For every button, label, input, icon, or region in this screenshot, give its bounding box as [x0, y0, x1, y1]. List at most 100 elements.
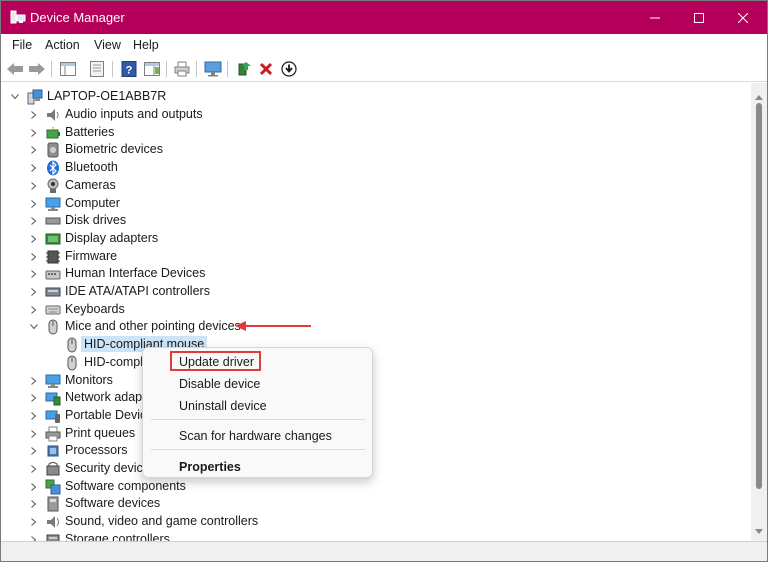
tree-category-row[interactable]: IDE ATA/ATAPI controllers — [1, 283, 741, 301]
chevron-right-icon[interactable] — [29, 128, 39, 138]
chevron-down-icon[interactable] — [29, 322, 39, 332]
tree-category-row[interactable]: Audio inputs and outputs — [1, 106, 741, 124]
toolbar-separator — [196, 61, 197, 77]
tree-category-row[interactable]: Mice and other pointing devices — [1, 318, 741, 336]
mouse-icon — [64, 355, 80, 371]
chevron-down-icon[interactable] — [10, 92, 20, 102]
scroll-down-arrow-icon[interactable] — [755, 523, 763, 537]
chevron-right-icon[interactable] — [29, 499, 39, 509]
software-components-icon — [45, 479, 61, 495]
vertical-scrollbar[interactable] — [751, 83, 767, 541]
back-button[interactable] — [5, 59, 25, 79]
device-manager-app-icon — [10, 10, 26, 25]
context-menu-uninstall-device[interactable]: Uninstall device — [179, 399, 267, 413]
scrollbar-thumb[interactable] — [756, 103, 762, 489]
close-button[interactable] — [721, 1, 765, 34]
menu-view[interactable]: View — [94, 38, 121, 52]
tree-category-row[interactable]: Cameras — [1, 177, 741, 195]
chevron-right-icon[interactable] — [29, 482, 39, 492]
menu-bar: File Action View Help — [1, 34, 767, 56]
context-menu-properties[interactable]: Properties — [179, 460, 241, 474]
toolbar: ? — [1, 56, 767, 82]
computer-name-label: LAPTOP-OE1ABB7R — [47, 89, 167, 103]
chevron-right-icon[interactable] — [29, 376, 39, 386]
forward-button[interactable] — [27, 59, 47, 79]
tree-category-row[interactable]: Bluetooth — [1, 159, 741, 177]
printer-icon — [174, 61, 190, 77]
tree-category-row[interactable]: Computer — [1, 195, 741, 213]
tree-category-row[interactable]: Disk drives — [1, 212, 741, 230]
camera-icon — [45, 178, 61, 194]
enable-device-toolbar-button[interactable] — [279, 59, 299, 79]
tree-category-row[interactable]: Keyboards — [1, 301, 741, 319]
portable-device-icon — [45, 408, 61, 424]
tree-item-label: Software components — [65, 478, 186, 493]
tree-item-label: Portable Device — [65, 407, 154, 422]
chevron-right-icon[interactable] — [29, 464, 39, 474]
show-hide-console-tree-button[interactable] — [58, 59, 78, 79]
svg-text:?: ? — [126, 65, 133, 77]
chevron-right-icon[interactable] — [29, 163, 39, 173]
chevron-right-icon[interactable] — [29, 446, 39, 456]
monitor-icon — [45, 373, 61, 389]
chevron-right-icon[interactable] — [29, 305, 39, 315]
chevron-right-icon[interactable] — [29, 393, 39, 403]
context-menu-scan-hardware[interactable]: Scan for hardware changes — [179, 429, 332, 443]
chevron-right-icon[interactable] — [29, 110, 39, 120]
tree-category-row[interactable]: Software devices — [1, 495, 741, 513]
ide-controller-icon — [45, 284, 61, 300]
title-bar[interactable]: Device Manager — [1, 1, 767, 34]
tree-root-computer[interactable]: LAPTOP-OE1ABB7R — [1, 88, 741, 106]
tree-category-row[interactable]: Storage controllers — [1, 531, 741, 541]
chevron-right-icon[interactable] — [29, 252, 39, 262]
context-menu-update-driver[interactable]: Update driver — [179, 355, 254, 369]
uninstall-device-toolbar-button[interactable] — [256, 59, 276, 79]
tree-category-row[interactable]: Firmware — [1, 248, 741, 266]
chevron-right-icon[interactable] — [29, 269, 39, 279]
fingerprint-icon — [45, 142, 61, 158]
tree-category-row[interactable]: Biometric devices — [1, 141, 741, 159]
computer-monitor-icon — [45, 196, 61, 212]
tree-item-label: Firmware — [65, 248, 118, 263]
chevron-right-icon[interactable] — [29, 216, 39, 226]
processor-chip-icon — [45, 443, 61, 459]
chevron-right-icon[interactable] — [29, 429, 39, 439]
tree-category-row[interactable]: Sound, video and game controllers — [1, 513, 741, 531]
menu-action[interactable]: Action — [45, 38, 80, 52]
tree-item-label: Cameras — [65, 177, 116, 192]
close-icon — [738, 12, 748, 23]
minimize-button[interactable] — [633, 1, 677, 34]
scroll-up-arrow-icon[interactable] — [755, 89, 763, 103]
properties-toolbar-button[interactable] — [87, 59, 107, 79]
chevron-right-icon[interactable] — [29, 287, 39, 297]
tree-item-label: Print queues — [65, 425, 136, 440]
tree-item-label: Storage controllers — [65, 531, 170, 541]
update-driver-toolbar-button[interactable] — [234, 59, 254, 79]
chevron-right-icon[interactable] — [29, 181, 39, 191]
menu-file[interactable]: File — [12, 38, 32, 52]
tree-item-label: Sound, video and game controllers — [65, 514, 259, 529]
tree-category-row[interactable]: Batteries — [1, 124, 741, 142]
chevron-right-icon[interactable] — [29, 199, 39, 209]
print-button[interactable] — [172, 59, 192, 79]
tree-category-row[interactable]: Software components — [1, 478, 741, 496]
annotation-arrow-icon — [235, 321, 311, 331]
chevron-right-icon[interactable] — [29, 517, 39, 527]
properties-sheet-icon — [90, 61, 104, 77]
help-button[interactable]: ? — [119, 59, 139, 79]
show-action-pane-button[interactable] — [142, 59, 162, 79]
tree-item-label: Software devices — [65, 496, 161, 511]
chevron-right-icon[interactable] — [29, 411, 39, 421]
maximize-button[interactable] — [677, 1, 721, 34]
delete-x-icon — [259, 62, 273, 76]
chevron-right-icon[interactable] — [29, 145, 39, 155]
tree-category-row[interactable]: Display adapters — [1, 230, 741, 248]
context-menu-disable-device[interactable]: Disable device — [179, 377, 260, 391]
display-adapter-icon — [45, 231, 61, 247]
scan-hardware-changes-button[interactable] — [203, 59, 223, 79]
tree-item-label: Computer — [65, 195, 120, 210]
menu-help[interactable]: Help — [133, 38, 159, 52]
chevron-right-icon[interactable] — [29, 234, 39, 244]
tree-item-label: Display adapters — [65, 230, 159, 245]
tree-category-row[interactable]: Human Interface Devices — [1, 265, 741, 283]
